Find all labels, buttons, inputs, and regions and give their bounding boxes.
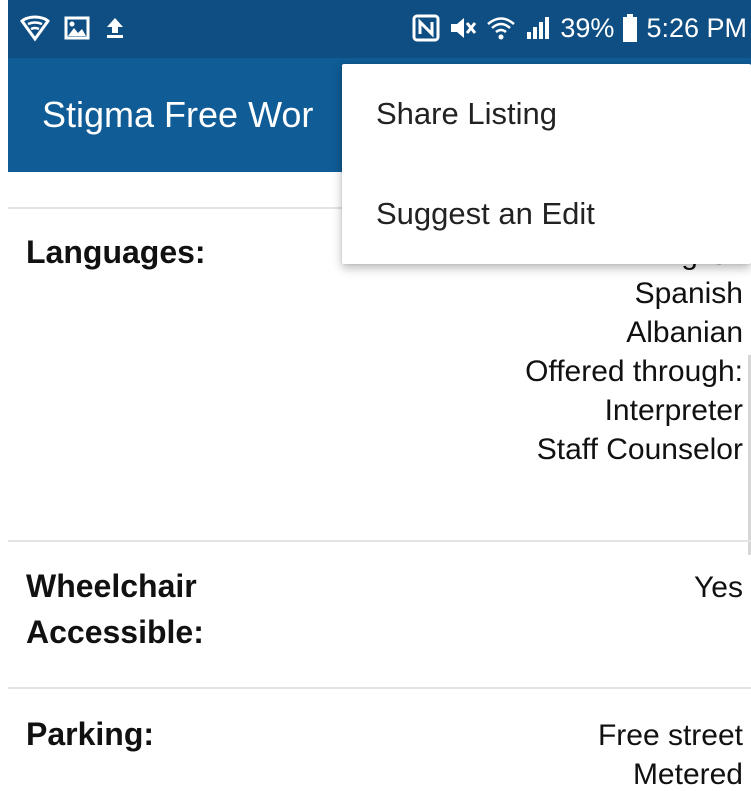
parking-value: Metered — [632, 758, 743, 791]
parking-values: Free street Metered — [598, 716, 743, 791]
language-value: Staff Counselor — [536, 433, 743, 466]
status-bar-right: 39% 5:26 PM — [412, 8, 747, 48]
signal-icon — [524, 14, 552, 42]
parking-value: Free street — [597, 719, 743, 752]
language-value: Spanish — [634, 277, 743, 310]
wheelchair-value-text: Yes — [694, 571, 743, 604]
nfc-icon — [412, 14, 440, 42]
image-icon — [64, 16, 90, 40]
languages-values: English Spanish Albanian Offered through… — [525, 235, 743, 469]
mute-icon — [448, 14, 478, 42]
wheelchair-value: Yes — [694, 568, 743, 607]
language-value: Albanian — [626, 316, 743, 349]
status-bar: 39% 5:26 PM — [8, 0, 751, 58]
upload-icon — [104, 16, 126, 40]
languages-label: Languages: — [26, 234, 206, 270]
app-title: Stigma Free Wor — [42, 94, 314, 135]
wheelchair-label-line2: Accessible: — [26, 614, 204, 650]
language-value: Interpreter — [604, 394, 743, 427]
wifi-icon — [486, 14, 516, 42]
battery-icon — [622, 13, 638, 43]
divider — [8, 687, 751, 689]
wheelchair-label-line1: Wheelchair — [26, 568, 197, 604]
wheelchair-label: Wheelchair Accessible: — [26, 563, 204, 655]
shield-icon — [20, 14, 50, 42]
status-time: 5:26 PM — [646, 13, 747, 43]
status-bar-left — [20, 14, 126, 42]
divider — [8, 540, 751, 542]
suggest-edit-menu-item[interactable]: Suggest an Edit — [342, 164, 751, 264]
battery-percent: 39% — [560, 13, 615, 43]
overflow-menu: Share Listing Suggest an Edit — [342, 64, 751, 264]
share-listing-menu-item[interactable]: Share Listing — [342, 64, 751, 164]
listing-detail-screen: 39% 5:26 PM Stigma Free Wor Languages: E… — [8, 0, 751, 791]
parking-label: Parking: — [26, 716, 155, 752]
language-value: Offered through: — [525, 355, 743, 388]
